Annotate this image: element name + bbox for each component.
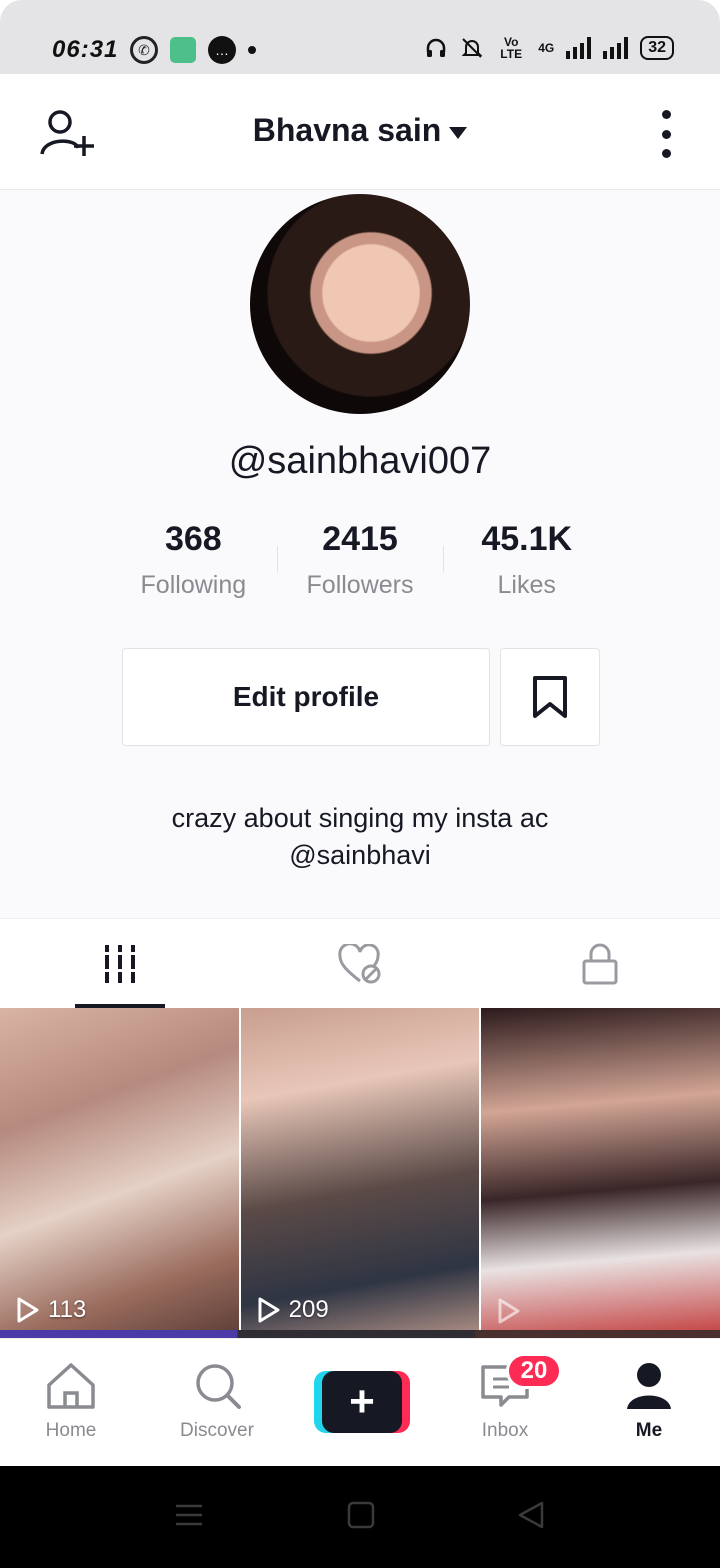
whatsapp-icon: ✆ [130, 36, 158, 64]
stat-label: Likes [497, 571, 556, 599]
play-icon [498, 1298, 520, 1324]
network-type-label: 4G [538, 41, 555, 55]
stat-likes[interactable]: 45.1K Likes [443, 520, 610, 600]
stat-label: Followers [306, 571, 414, 599]
more-options-button[interactable] [654, 110, 678, 158]
mute-bell-icon [461, 38, 483, 58]
stat-value: 368 [164, 520, 222, 558]
account-switcher[interactable]: Bhavna sain [0, 112, 720, 149]
profile-stats: 368 Following 2415 Followers 45.1K Likes [110, 520, 610, 600]
video-thumbnail[interactable] [481, 1008, 720, 1338]
nav-label: Inbox [481, 1420, 529, 1441]
inbox-badge: 20 [506, 1353, 562, 1389]
play-count: 209 [257, 1296, 329, 1324]
favorites-button[interactable] [500, 648, 600, 746]
nav-me[interactable]: Me [594, 1361, 704, 1442]
notification-icons: ✆ … [130, 36, 256, 64]
nav-label: Home [45, 1420, 97, 1441]
bookmark-icon [533, 676, 567, 718]
profile-tabs [0, 918, 720, 1008]
videos-grid-icon [105, 944, 135, 983]
back-button[interactable] [516, 1500, 546, 1535]
chat-icon: … [208, 36, 236, 64]
play-count [497, 1298, 529, 1324]
system-navigation-bar [0, 1466, 720, 1568]
profile-icon [627, 1363, 671, 1409]
nav-label: Discover [180, 1420, 254, 1441]
home-icon [47, 1363, 95, 1409]
create-video-button[interactable]: + [314, 1371, 410, 1433]
video-grid: 113 209 [0, 1008, 720, 1338]
back-triangle-icon [518, 1501, 544, 1529]
signal-2-icon [603, 37, 629, 59]
dot-icon [661, 110, 671, 119]
bio-handle: @sainbhavi [289, 840, 431, 870]
home-system-button[interactable] [346, 1500, 376, 1535]
chevron-down-icon [449, 126, 468, 139]
play-icon [17, 1297, 39, 1323]
stat-label: Following [140, 571, 247, 599]
tab-videos[interactable] [0, 919, 240, 1008]
play-count-value: 209 [288, 1296, 329, 1323]
system-status-icons: Vo LTE 4G 32 [424, 36, 674, 60]
profile-bio: crazy about singing my insta ac @sainbha… [60, 800, 660, 874]
status-time: 06:31 [52, 36, 119, 63]
tab-liked[interactable] [240, 919, 480, 1008]
edit-profile-button[interactable]: Edit profile [122, 648, 490, 746]
volte-label: Vo LTE [500, 35, 523, 61]
menu-icon [176, 1504, 202, 1526]
search-icon [196, 1364, 241, 1409]
more-notifications-dot-icon [248, 46, 256, 54]
bottom-nav: Home Discover + Inbox 20 Me [0, 1338, 720, 1466]
profile-header: Bhavna sain [0, 74, 720, 190]
square-icon [347, 1501, 375, 1529]
message-app-icon [170, 37, 196, 63]
next-row-preview [0, 1330, 720, 1338]
plus-icon: + [322, 1371, 402, 1433]
dot-icon [661, 129, 671, 139]
dot-icon [661, 149, 671, 158]
nav-discover[interactable]: Discover [162, 1361, 272, 1442]
nav-home[interactable]: Home [16, 1361, 126, 1442]
stat-followers[interactable]: 2415 Followers [276, 520, 444, 600]
stat-value: 2415 [322, 520, 398, 558]
battery-indicator: 32 [640, 36, 674, 60]
headphones-icon [426, 38, 446, 57]
signal-1-icon [566, 37, 592, 59]
recent-apps-button[interactable] [174, 1500, 204, 1535]
profile-section: @sainbhavi007 368 Following 2415 Followe… [0, 190, 720, 918]
stat-following[interactable]: 368 Following [110, 520, 277, 600]
stat-value: 45.1K [481, 520, 573, 558]
username: @sainbhavi007 [228, 440, 492, 482]
play-count: 113 [16, 1296, 86, 1324]
tab-private[interactable] [480, 919, 720, 1008]
liked-hidden-icon [338, 943, 381, 983]
page-title: Bhavna sain [252, 112, 442, 148]
play-count-value: 113 [48, 1296, 87, 1323]
video-thumbnail[interactable]: 209 [240, 1008, 480, 1338]
bio-line: crazy about singing my insta ac [171, 803, 549, 833]
video-thumbnail[interactable]: 113 [0, 1008, 239, 1338]
lock-icon [582, 943, 618, 984]
avatar[interactable] [250, 194, 470, 414]
nav-label: Me [635, 1420, 663, 1441]
status-bar: 06:31 ✆ … Vo LTE 4G 32 [0, 0, 720, 74]
play-icon [258, 1297, 280, 1323]
